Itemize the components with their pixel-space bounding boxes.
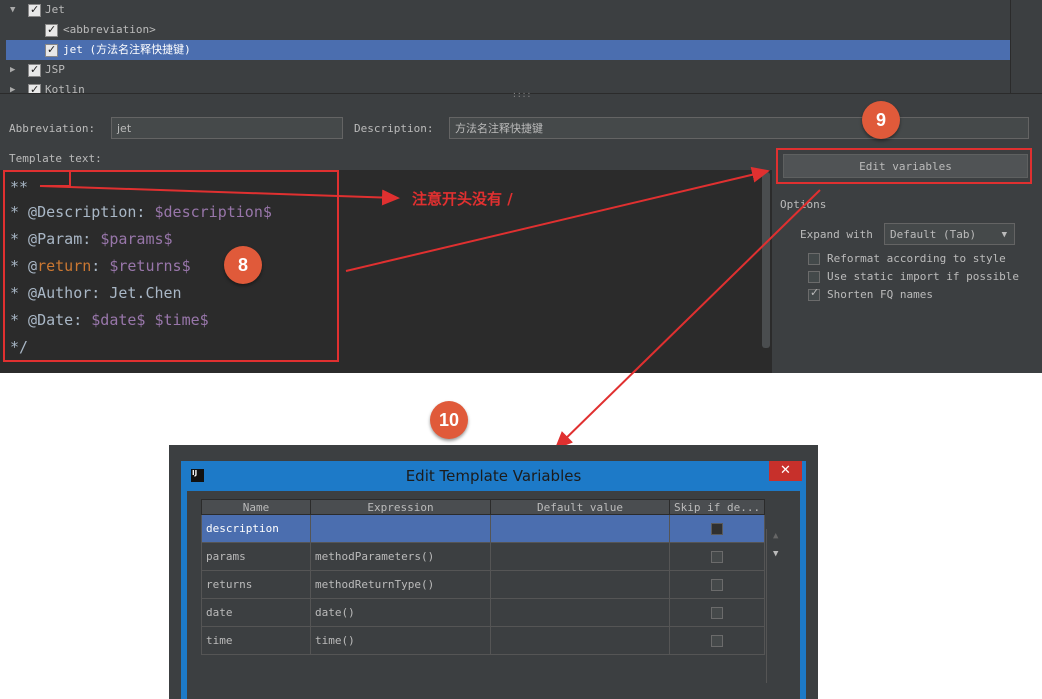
skip-checkbox[interactable]: [711, 606, 724, 619]
column-header-name[interactable]: Name: [201, 499, 311, 515]
column-header-expression[interactable]: Expression: [310, 499, 491, 515]
step-badge-10: 10: [430, 401, 468, 439]
skip-checkbox[interactable]: [711, 522, 724, 535]
step-badge-9: 9: [862, 101, 900, 139]
table-row[interactable]: params methodParameters(): [201, 542, 766, 571]
dialog-title: Edit Template Variables: [405, 467, 582, 485]
cell-expression[interactable]: [310, 514, 491, 543]
cell-name[interactable]: date: [201, 598, 311, 627]
table-row[interactable]: returns methodReturnType(): [201, 570, 766, 599]
column-header-skip[interactable]: Skip if de...: [668, 499, 766, 515]
column-header-default-value[interactable]: Default value: [490, 499, 670, 515]
cell-expression[interactable]: methodReturnType(): [310, 570, 491, 599]
cell-expression[interactable]: methodParameters(): [310, 542, 491, 571]
step-badge-8: 8: [224, 246, 262, 284]
skip-checkbox[interactable]: [711, 550, 724, 563]
table-scrollbar[interactable]: ▲ ▼: [766, 529, 789, 683]
cell-default[interactable]: [490, 570, 670, 599]
cell-name[interactable]: params: [201, 542, 311, 571]
cell-default[interactable]: [490, 542, 670, 571]
cell-default[interactable]: [490, 626, 670, 655]
skip-checkbox[interactable]: [711, 634, 724, 647]
table-header: Name Expression Default value Skip if de…: [201, 499, 766, 515]
intellij-app-icon: IJ: [191, 469, 204, 482]
arrow-to-edit-variables: [345, 166, 770, 272]
close-button[interactable]: ✕: [769, 461, 802, 481]
annotation-note: 注意开头没有 /: [412, 190, 513, 208]
cell-name[interactable]: returns: [201, 570, 311, 599]
edit-template-variables-dialog: Edit Template Variables IJ ✕ Name Expres…: [181, 461, 806, 699]
cell-name[interactable]: description: [201, 514, 311, 543]
scroll-down-icon[interactable]: ▼: [773, 549, 778, 559]
cell-expression[interactable]: date(): [310, 598, 491, 627]
table-row[interactable]: description: [201, 514, 766, 543]
arrow-to-note: [39, 185, 400, 206]
table-row[interactable]: date date(): [201, 598, 766, 627]
scroll-up-icon[interactable]: ▲: [773, 531, 778, 541]
cell-skip[interactable]: [668, 626, 766, 655]
skip-checkbox[interactable]: [711, 578, 724, 591]
table-row[interactable]: time time(): [201, 626, 766, 655]
cell-default[interactable]: [490, 598, 670, 627]
cell-skip[interactable]: [668, 570, 766, 599]
variables-table: Name Expression Default value Skip if de…: [201, 499, 766, 655]
cell-expression[interactable]: time(): [310, 626, 491, 655]
cell-skip[interactable]: [668, 514, 766, 543]
cell-skip[interactable]: [668, 542, 766, 571]
arrow-to-dialog: [554, 189, 821, 450]
cell-default[interactable]: [490, 514, 670, 543]
cell-skip[interactable]: [668, 598, 766, 627]
cell-name[interactable]: time: [201, 626, 311, 655]
dialog-body: Name Expression Default value Skip if de…: [187, 491, 800, 699]
